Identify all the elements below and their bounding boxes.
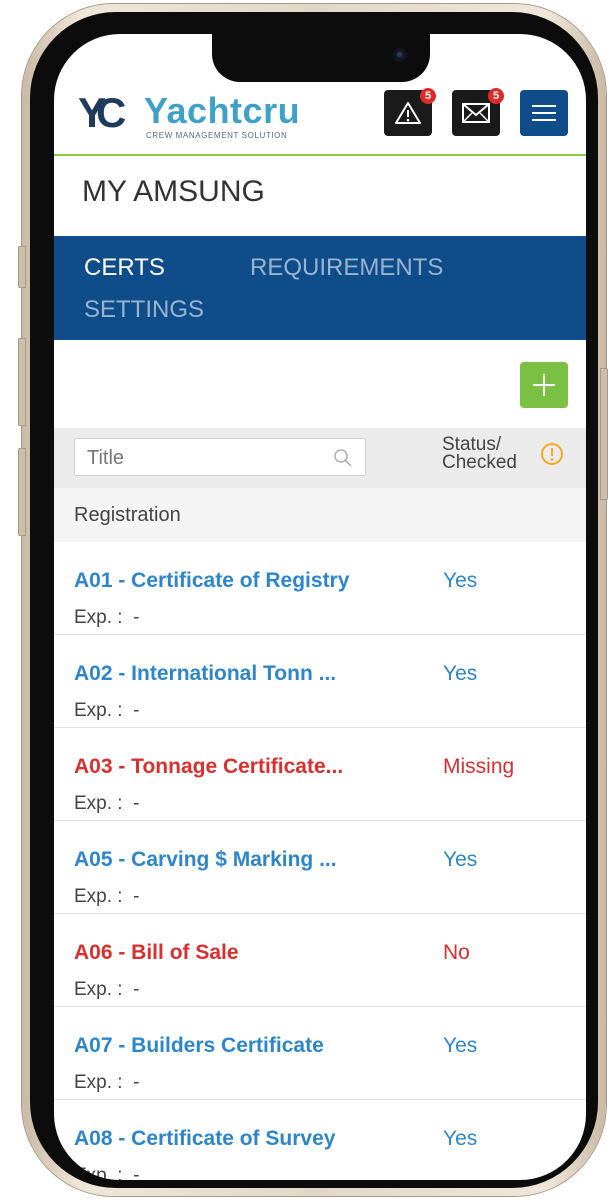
cert-expiry-label: Exp. : [74,1072,123,1093]
group-header: Registration [54,488,586,542]
phone-volume-down [18,448,26,536]
messages-count-badge: 5 [488,88,504,104]
cert-row[interactable]: A06 - Bill of Sale No Exp. : - [54,914,586,1007]
cert-title[interactable]: A06 - Bill of Sale [74,940,239,966]
cert-expiry: Exp. : - [74,1164,139,1180]
cert-row[interactable]: A02 - International Tonn ... Yes Exp. : … [54,635,586,728]
phone-volume-up [18,338,26,426]
cert-status: Yes [443,569,478,592]
cert-expiry-label: Exp. : [74,1165,123,1180]
cert-row[interactable]: A05 - Carving $ Marking ... Yes Exp. : - [54,821,586,914]
cert-title[interactable]: A08 - Certificate of Survey [74,1126,335,1152]
filter-bar: Status/ Checked [54,428,586,488]
tab-certs[interactable]: CERTS [84,252,165,284]
page-title: MY AMSUNG [82,175,265,208]
cert-title[interactable]: A01 - Certificate of Registry [74,568,349,594]
plus-icon [533,374,555,396]
cert-expiry-value: - [133,1072,140,1093]
status-header-line2: Checked [442,452,517,473]
cert-title[interactable]: A02 - International Tonn ... [74,661,336,687]
cert-expiry-value: - [133,1165,140,1180]
hamburger-icon [532,105,556,121]
cert-title[interactable]: A05 - Carving $ Marking ... [74,847,337,873]
warning-icon [395,102,421,124]
cert-title[interactable]: A03 - Tonnage Certificate... [74,754,343,780]
status-column-header[interactable]: Status/ Checked [442,435,517,473]
cert-expiry: Exp. : - [74,978,139,1002]
cert-status: Yes [443,848,478,871]
cert-status: No [443,941,470,964]
tab-requirements[interactable]: REQUIREMENTS [250,252,443,284]
mail-icon [462,103,490,123]
cert-expiry-label: Exp. : [74,886,123,907]
app-screen: YC Yachtcru CREW MANAGEMENT SOLUTION 5 5 [54,34,586,1180]
app-header: YC Yachtcru CREW MANAGEMENT SOLUTION 5 5 [54,84,586,156]
logo-tagline: CREW MANAGEMENT SOLUTION [146,131,288,140]
cert-row[interactable]: A01 - Certificate of Registry Yes Exp. :… [54,542,586,635]
cert-expiry: Exp. : - [74,1071,139,1095]
title-search [74,438,366,476]
logo-mark: YC [78,89,126,136]
cert-expiry: Exp. : - [74,606,139,630]
phone-silent-switch [18,246,26,288]
cert-expiry-value: - [133,886,140,907]
cert-status: Yes [443,662,478,685]
add-cert-button[interactable] [520,362,568,408]
cert-expiry-value: - [133,607,140,628]
info-warning-icon[interactable] [540,442,564,466]
tab-bar: CERTS REQUIREMENTS SETTINGS [54,236,586,340]
messages-button[interactable]: 5 [452,88,504,136]
cert-expiry-label: Exp. : [74,700,123,721]
cert-row[interactable]: A07 - Builders Certificate Yes Exp. : - [54,1007,586,1100]
cert-title[interactable]: A07 - Builders Certificate [74,1033,324,1059]
camera-icon [393,48,407,62]
cert-status: Yes [443,1034,478,1057]
group-label: Registration [74,504,181,526]
cert-expiry-value: - [133,979,140,1000]
alerts-count-badge: 5 [420,88,436,104]
cert-expiry-label: Exp. : [74,979,123,1000]
cert-expiry-value: - [133,793,140,814]
cert-expiry-value: - [133,700,140,721]
cert-row[interactable]: A08 - Certificate of Survey Yes Exp. : - [54,1100,586,1180]
phone-notch [212,34,430,82]
cert-expiry-label: Exp. : [74,793,123,814]
logo-name: Yachtcru [144,90,301,131]
tab-settings[interactable]: SETTINGS [84,294,204,326]
search-icon[interactable] [333,448,353,468]
menu-button[interactable] [520,90,568,136]
phone-power-button [600,368,608,500]
title-search-input[interactable] [87,445,327,471]
cert-expiry: Exp. : - [74,885,139,909]
cert-row[interactable]: A03 - Tonnage Certificate... Missing Exp… [54,728,586,821]
cert-expiry: Exp. : - [74,792,139,816]
alerts-button[interactable]: 5 [384,88,436,136]
cert-status: Yes [443,1127,478,1150]
cert-expiry-label: Exp. : [74,607,123,628]
cert-expiry: Exp. : - [74,699,139,723]
cert-status: Missing [443,755,515,778]
